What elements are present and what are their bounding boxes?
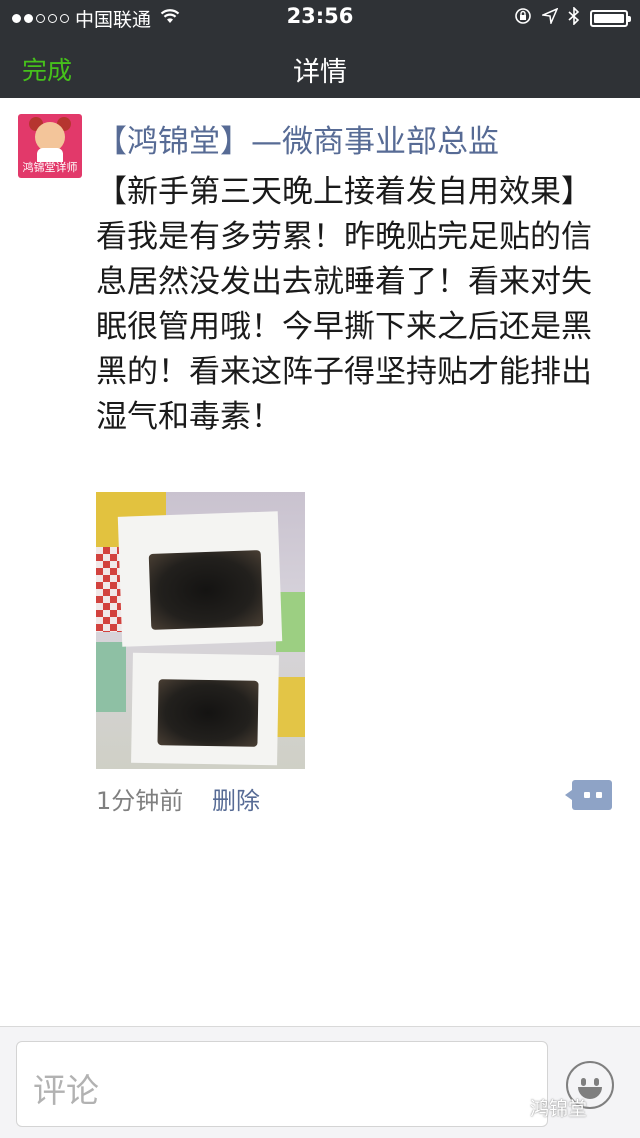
- orientation-lock-icon: [514, 7, 532, 30]
- post-author[interactable]: 【鸿锦堂】—微商事业部总监: [96, 116, 626, 161]
- page-title: 详情: [293, 57, 347, 88]
- battery-icon: [590, 9, 631, 27]
- done-button[interactable]: 完成: [22, 51, 72, 87]
- comment-placeholder: 评论: [33, 1071, 99, 1110]
- post-text: 【新手第三天晚上接着发自用效果】看我是有多劳累！昨晚贴完足贴的信息居然没发出去就…: [96, 174, 592, 435]
- status-bar: 中国联通 23:56: [0, 0, 640, 36]
- bluetooth-icon: [568, 5, 580, 30]
- status-right: [514, 5, 631, 31]
- comment-bar: 评论: [0, 1026, 640, 1138]
- avatar-caption: 鸿锦堂详师: [22, 161, 78, 174]
- avatar[interactable]: 鸿锦堂详师: [18, 114, 82, 178]
- delete-link[interactable]: 删除: [212, 781, 260, 816]
- nav-bar: 完成 详情: [0, 36, 640, 98]
- post-timestamp: 1分钟前: [96, 787, 184, 815]
- location-arrow-icon: [540, 7, 559, 29]
- comment-bubble-icon[interactable]: [565, 780, 612, 810]
- comment-input[interactable]: 评论: [16, 1041, 548, 1127]
- watermark: 鸿锦堂: [530, 1098, 588, 1120]
- post-image[interactable]: [96, 492, 305, 769]
